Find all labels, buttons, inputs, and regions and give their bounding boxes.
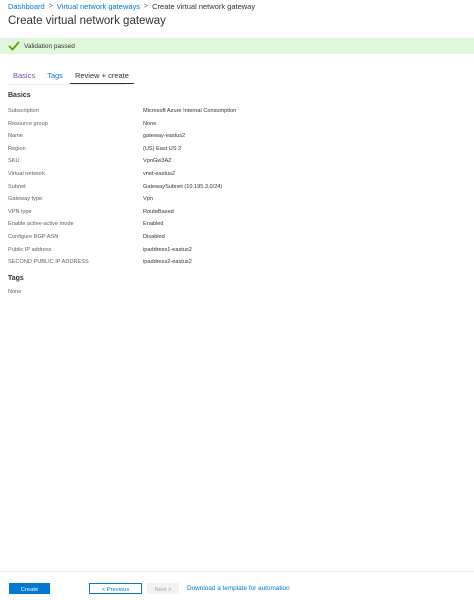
- detail-row: Name gateway-eastus2: [8, 131, 448, 144]
- page-title: Create virtual network gateway: [8, 15, 166, 27]
- detail-value: ipaddress2-eastus2: [143, 259, 192, 266]
- detail-value: (US) East US 2: [143, 145, 182, 152]
- detail-label: Subscription: [8, 108, 39, 114]
- tags-value: None: [8, 289, 22, 295]
- detail-value: gateway-eastus2: [143, 133, 186, 140]
- detail-label: Subnet: [8, 183, 26, 190]
- tab-bar: Basics Tags Review + create: [8, 70, 136, 84]
- breadcrumb-virtual-network-gateways[interactable]: Virtual network gateways: [57, 1, 140, 12]
- next-button[interactable]: Next >: [147, 582, 179, 594]
- download-template-link[interactable]: Download a template for automation: [187, 585, 290, 592]
- detail-value: None: [143, 120, 157, 127]
- detail-value: GatewaySubnet (10.195.3.0/24): [143, 183, 223, 190]
- breadcrumb-dashboard[interactable]: Dashboard: [8, 1, 45, 12]
- footer-actions: Create < Previous Next > Download a temp…: [9, 582, 290, 594]
- basics-section-title: Basics: [8, 92, 31, 99]
- tab-tags[interactable]: Tags: [42, 70, 68, 83]
- detail-row: Subnet GatewaySubnet (10.195.3.0/24): [8, 182, 448, 195]
- validation-banner: Validation passed: [0, 38, 474, 54]
- create-button[interactable]: Create: [9, 582, 50, 594]
- tab-review-create[interactable]: Review + create: [69, 70, 134, 84]
- detail-label: Public IP address: [8, 246, 52, 253]
- tab-divider: [8, 84, 126, 85]
- breadcrumb: Dashboard > Virtual network gateways > C…: [8, 0, 255, 13]
- validation-message: Validation passed: [24, 42, 75, 50]
- footer-divider: [0, 571, 474, 572]
- breadcrumb-chevron-icon: >: [144, 3, 149, 10]
- detail-label: Region: [8, 145, 26, 152]
- breadcrumb-current: Create virtual network gateway: [152, 2, 256, 11]
- detail-row: Enable active-active mode Enabled: [8, 219, 448, 232]
- detail-value: Microsoft Azure Internal Consumption: [143, 108, 237, 114]
- detail-row: Public IP address ipaddress1-eastus2: [8, 245, 448, 258]
- detail-row: Resource group None: [8, 119, 448, 132]
- detail-value: Disabled: [143, 233, 165, 240]
- detail-label: SECOND PUBLIC IP ADDRESS: [8, 259, 89, 266]
- page: Dashboard > Virtual network gateways > C…: [0, 0, 474, 600]
- detail-value: Vpn: [143, 196, 153, 203]
- detail-label: Enable active-active mode: [8, 221, 74, 228]
- breadcrumb-chevron-icon: >: [48, 3, 53, 10]
- detail-row: Configure BGP ASN Disabled: [8, 232, 448, 245]
- detail-row: Virtual network vnet-eastus2: [8, 169, 448, 182]
- basics-details: Subscription Microsoft Azure Internal Co…: [8, 106, 448, 270]
- detail-value: ipaddress1-eastus2: [143, 246, 192, 253]
- detail-label: Gateway type: [8, 196, 43, 203]
- detail-row: VPN type RouteBased: [8, 207, 448, 220]
- detail-value: vnet-eastus2: [143, 170, 176, 177]
- detail-label: Configure BGP ASN: [8, 233, 59, 240]
- detail-label: Name: [8, 133, 23, 140]
- detail-label: VPN type: [8, 208, 32, 215]
- detail-row: Subscription Microsoft Azure Internal Co…: [8, 106, 448, 119]
- tags-section-title: Tags: [8, 275, 24, 282]
- detail-value: Enabled: [143, 221, 164, 228]
- detail-row: SKU VpnGw3AZ: [8, 156, 448, 169]
- detail-label: Resource group: [8, 120, 48, 127]
- tab-basics[interactable]: Basics: [8, 70, 40, 83]
- detail-row: Gateway type Vpn: [8, 194, 448, 207]
- detail-row: Region (US) East US 2: [8, 144, 448, 157]
- previous-button[interactable]: < Previous: [89, 582, 142, 594]
- checkmark-icon: [8, 41, 20, 51]
- detail-value: VpnGw3AZ: [143, 158, 172, 165]
- detail-row: SECOND PUBLIC IP ADDRESS ipaddress2-east…: [8, 257, 448, 270]
- detail-value: RouteBased: [143, 208, 174, 215]
- detail-label: SKU: [8, 158, 20, 165]
- detail-label: Virtual network: [8, 170, 45, 177]
